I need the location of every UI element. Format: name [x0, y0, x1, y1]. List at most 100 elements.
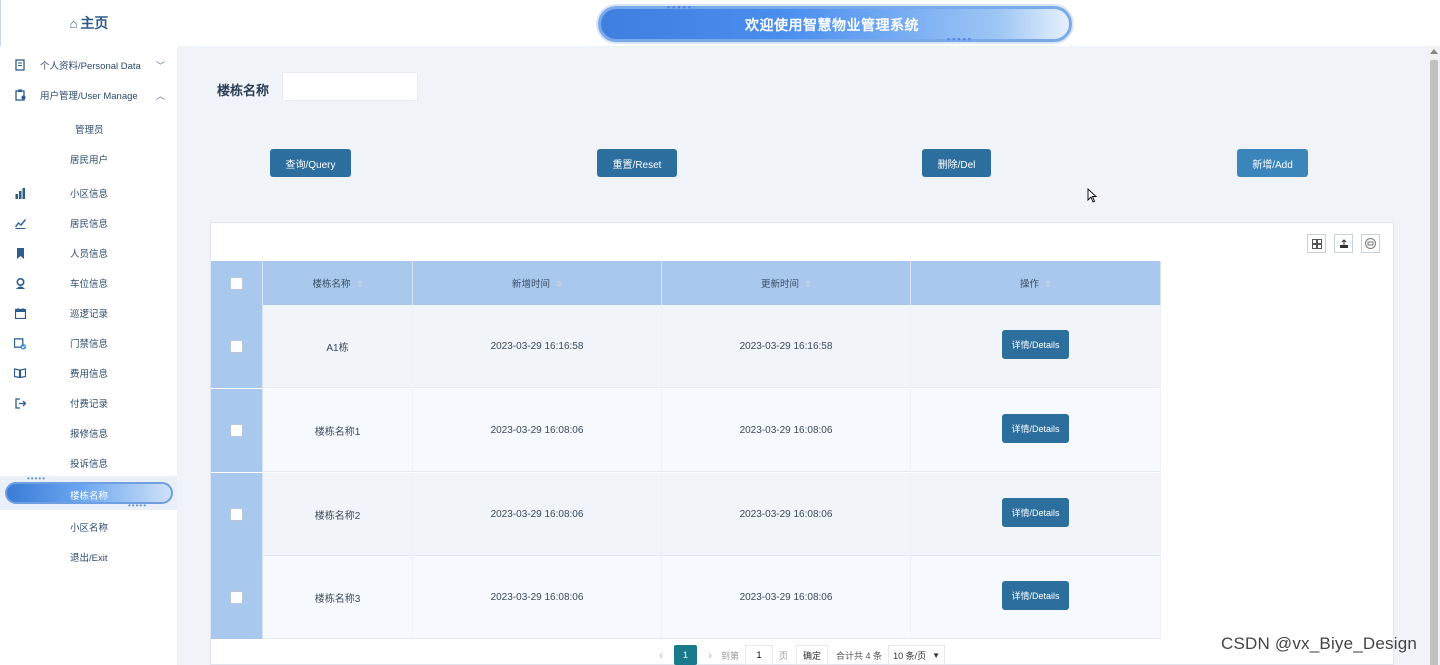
cell-created-time: 2023-03-29 16:08:06 — [413, 473, 662, 556]
sidebar-item-repair-info[interactable]: 报修信息 — [0, 422, 177, 444]
page-size-select[interactable]: 10 条/页 ▼ — [888, 645, 945, 665]
column-header-created-time[interactable]: 新增时间 — [413, 261, 662, 305]
details-button[interactable]: 详情/Details — [1002, 580, 1069, 610]
sidebar-home[interactable]: ⌂ 主页 — [0, 0, 177, 46]
total-count: 合计共 4 条 — [836, 650, 883, 661]
column-header-updated-time[interactable]: 更新时间 — [662, 261, 911, 305]
sidebar-item-user-manage[interactable]: 用户管理/User Manage ︿ — [0, 84, 177, 106]
sidebar-item-patrol-record[interactable]: 巡逻记录 — [0, 302, 177, 324]
bar-chart-icon — [14, 187, 26, 199]
sidebar-item-label: 楼栋名称 — [70, 491, 109, 502]
sidebar-item-label: 小区名称 — [70, 523, 109, 534]
select-all-checkbox[interactable] — [230, 276, 243, 290]
page-title: 欢迎使用智慧物业管理系统 — [745, 17, 919, 33]
document-icon — [14, 59, 26, 71]
home-icon: ⌂ — [69, 15, 78, 31]
details-button[interactable]: 详情/Details — [1002, 497, 1069, 527]
sidebar-home-label: 主页 — [80, 15, 109, 31]
goto-page-input[interactable] — [745, 645, 774, 665]
prev-page-icon[interactable]: ‹ — [650, 645, 672, 665]
pagination: ‹ 1 › 到第 页 确定 合计共 4 条 10 条/页 ▼ — [650, 644, 945, 665]
column-header-label: 操作 — [1019, 279, 1039, 290]
export-icon[interactable] — [1334, 234, 1353, 253]
chevron-down-icon: ﹀ — [156, 60, 166, 71]
column-header-label: 楼栋名称 — [312, 279, 351, 290]
sidebar-item-label: 报修信息 — [70, 429, 109, 440]
cell-building-name: 楼栋名称3 — [263, 556, 413, 639]
calendar-icon — [14, 307, 26, 319]
column-header-actions: 操作 — [911, 261, 1161, 305]
sidebar-item-community-info[interactable]: 小区信息 — [0, 182, 177, 204]
sidebar-item-label: 门禁信息 — [70, 339, 109, 350]
details-button[interactable]: 详情/Details — [1002, 329, 1069, 359]
sidebar-item-resident-info[interactable]: 居民信息 — [0, 212, 177, 234]
row-select-cell — [211, 556, 263, 639]
calendar-check-icon — [14, 337, 26, 349]
scroll-thumb[interactable] — [1430, 60, 1438, 665]
row-checkbox[interactable] — [230, 340, 243, 353]
sidebar-item-label: 巡逻记录 — [70, 309, 109, 320]
building-name-input[interactable] — [282, 72, 418, 101]
sort-icon[interactable] — [1045, 279, 1051, 287]
goto-label: 到第 — [721, 650, 740, 661]
query-button[interactable]: 查询/Query — [270, 149, 351, 177]
search-label: 楼栋名称 — [217, 83, 270, 98]
sort-icon[interactable] — [805, 279, 811, 287]
cell-created-time: 2023-03-29 16:08:06 — [413, 556, 662, 639]
cell-building-name: 楼栋名称1 — [263, 389, 413, 472]
sidebar-item-label: 付费记录 — [70, 399, 109, 410]
print-icon[interactable] — [1361, 234, 1380, 253]
chevron-down-icon: ▼ — [932, 650, 940, 660]
row-checkbox[interactable] — [230, 424, 243, 437]
scroll-up-arrow-icon[interactable] — [1430, 49, 1438, 54]
sidebar-item-complaint-info[interactable]: 投诉信息 — [0, 452, 177, 474]
sidebar-item-access-control[interactable]: 门禁信息 — [0, 332, 177, 354]
cell-actions: 详情/Details — [911, 556, 1161, 639]
sidebar-item-community-name[interactable]: 小区名称 — [0, 516, 177, 538]
sidebar-item-label: 费用信息 — [70, 369, 109, 380]
goto-confirm-button[interactable]: 确定 — [796, 645, 829, 665]
sidebar-item-parking-info[interactable]: 车位信息 — [0, 272, 177, 294]
table-row: A1栋 2023-03-29 16:16:58 2023-03-29 16:16… — [211, 305, 1161, 388]
table-card: 楼栋名称 新增时间 更新时间 操作 A1栋 2023-03-29 16:16:5… — [210, 222, 1394, 665]
sidebar-item-fee-info[interactable]: 费用信息 — [0, 362, 177, 384]
sidebar-item-personal-data[interactable]: 个人资料/Personal Data ﹀ — [0, 54, 177, 76]
cell-updated-time: 2023-03-29 16:08:06 — [662, 556, 911, 639]
reset-button[interactable]: 重置/Reset — [597, 149, 677, 177]
sidebar: ⌂ 主页 个人资料/Personal Data ﹀ 用户管理/User Mana… — [0, 0, 177, 665]
details-button[interactable]: 详情/Details — [1002, 413, 1069, 443]
header: ▪▪▪▪▪ ▪▪▪▪▪ 欢迎使用智慧物业管理系统 — [177, 0, 1440, 46]
sidebar-item-payment-record[interactable]: 付费记录 — [0, 392, 177, 414]
row-select-cell — [211, 473, 263, 556]
sort-icon[interactable] — [356, 279, 363, 287]
page-scrollbar[interactable] — [1428, 46, 1440, 665]
sidebar-item-label: 投诉信息 — [70, 459, 109, 470]
page-unit-label: 页 — [779, 650, 789, 661]
sidebar-item-residents-users[interactable]: 居民用户 — [0, 148, 177, 170]
delete-button[interactable]: 删除/Del — [922, 149, 991, 177]
row-checkbox[interactable] — [230, 591, 243, 604]
sidebar-item-admin[interactable]: 管理员 — [0, 118, 177, 140]
row-checkbox[interactable] — [230, 508, 243, 521]
cell-updated-time: 2023-03-29 16:16:58 — [662, 305, 911, 388]
sidebar-item-staff-info[interactable]: 人员信息 — [0, 242, 177, 264]
page-number-current[interactable]: 1 — [674, 645, 697, 665]
cell-updated-time: 2023-03-29 16:08:06 — [662, 389, 911, 472]
sort-icon[interactable] — [556, 279, 562, 287]
column-filter-icon[interactable] — [1307, 234, 1326, 253]
row-select-cell — [211, 389, 263, 472]
cell-created-time: 2023-03-29 16:16:58 — [413, 305, 662, 388]
add-button[interactable]: 新增/Add — [1237, 149, 1308, 177]
cell-actions: 详情/Details — [911, 473, 1161, 556]
chevron-up-icon: ︿ — [156, 90, 166, 101]
page-size-value: 10 条/页 — [893, 650, 927, 661]
sidebar-item-label: 用户管理/User Manage — [40, 91, 138, 102]
sidebar-item-exit[interactable]: 退出/Exit — [0, 546, 177, 568]
logout-icon — [14, 397, 26, 409]
clipboard-user-icon — [14, 89, 26, 101]
book-icon — [14, 367, 26, 379]
sidebar-item-building-name[interactable]: ••••• ••••• 楼栋名称 — [0, 474, 177, 510]
column-header-building-name[interactable]: 楼栋名称 — [263, 261, 413, 305]
decor-dots: ••••• — [27, 474, 47, 483]
next-page-icon[interactable]: › — [699, 645, 721, 665]
